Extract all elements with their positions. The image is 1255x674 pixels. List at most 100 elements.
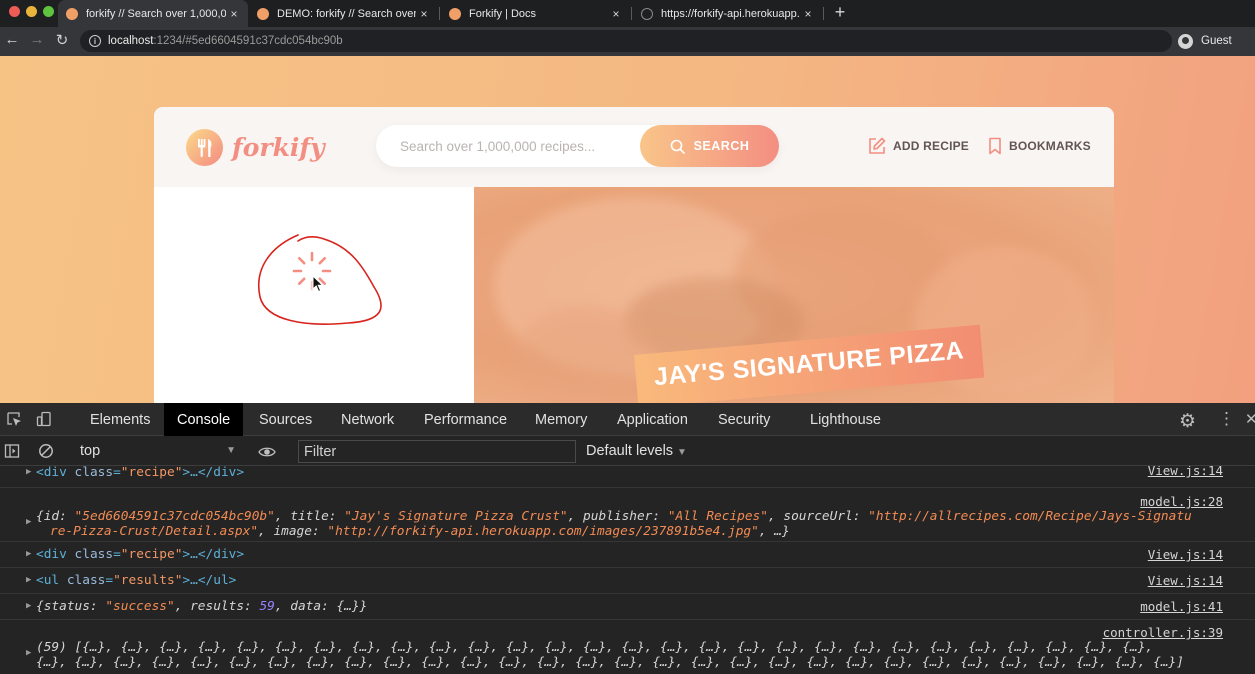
console-message-text: {…}, {…}, {…}, {…}, {…}, {…}, {…}, {…}, …	[36, 655, 1184, 670]
reload-icon[interactable]: ↻	[54, 31, 70, 49]
tab-title: Forkify | Docs	[469, 7, 537, 20]
expand-triangle-icon[interactable]: ▶	[26, 648, 31, 658]
console-message-text: (59) [{…}, {…}, {…}, {…}, {…}, {…}, {…},…	[36, 640, 1154, 655]
add-recipe-button[interactable]: ADD RECIPE	[868, 137, 969, 155]
console-message-text: re-Pizza-Crust/Detail.aspx", image: "htt…	[50, 524, 790, 539]
devtools-tab-elements[interactable]: Elements	[77, 403, 163, 436]
window-close-button[interactable]	[9, 6, 20, 17]
console-message-text: <div class="recipe">…</div>	[36, 547, 245, 562]
log-levels-dropdown[interactable]: Default levels ▼	[586, 440, 687, 463]
forkify-logo[interactable]: forkify	[186, 129, 325, 166]
console-sidebar-icon[interactable]	[4, 443, 20, 459]
page-viewport: forkify SEARCH ADD RECIPE	[0, 56, 1255, 403]
devtools-tab-memory[interactable]: Memory	[522, 403, 600, 436]
device-toolbar-icon[interactable]	[36, 411, 52, 427]
forkify-favicon-icon	[66, 7, 78, 20]
console-filter-input[interactable]	[298, 440, 576, 463]
search-results-pane	[154, 187, 474, 403]
browser-tab-docs[interactable]: Forkify | Docs ×	[441, 0, 630, 27]
browser-tab-api[interactable]: https://forkify-api.herokuapp.c ×	[633, 0, 822, 27]
logo-text: forkify	[232, 133, 325, 162]
console-message[interactable]: controller.js:39 ▶ (59) [{…}, {…}, {…}, …	[0, 620, 1255, 674]
expand-triangle-icon[interactable]: ▶	[26, 467, 31, 477]
live-expression-eye-icon[interactable]	[258, 444, 276, 460]
forkify-app: forkify SEARCH ADD RECIPE	[154, 107, 1114, 403]
search-button[interactable]: SEARCH	[640, 125, 779, 167]
dropdown-caret-icon: ▼	[677, 447, 687, 458]
url-host: localhost	[108, 35, 154, 47]
console-message[interactable]: ▶ <div class="recipe">…</div> View.js:14	[0, 542, 1255, 568]
browser-tab-forkify[interactable]: forkify // Search over 1,000,000 ×	[58, 0, 248, 27]
search-button-label: SEARCH	[693, 139, 750, 153]
console-message[interactable]: model.js:28 ▶ {id: "5ed6604591c37cdc054b…	[0, 488, 1255, 542]
tab-close-icon[interactable]: ×	[226, 7, 242, 21]
devtools-close-icon[interactable]: ✕	[1245, 410, 1255, 428]
bookmark-icon	[989, 137, 1001, 155]
address-bar[interactable]: i localhost:1234/#5ed6604591c37cdc054bc9…	[80, 30, 1172, 52]
browser-tab-bar: forkify // Search over 1,000,000 × DEMO:…	[0, 0, 1255, 27]
devtools-tab-lighthouse[interactable]: Lighthouse	[797, 403, 894, 436]
window-minimize-button[interactable]	[26, 6, 37, 17]
forward-arrow-icon[interactable]: →	[29, 31, 45, 48]
tab-close-icon[interactable]: ×	[608, 7, 624, 21]
tab-title: DEMO: forkify // Search over 1,	[277, 7, 416, 20]
clear-console-icon[interactable]	[38, 443, 54, 459]
devtools-tab-bar: Elements Console Sources Network Perform…	[0, 403, 1255, 436]
mouse-cursor-icon	[312, 275, 324, 293]
search-form: SEARCH	[376, 125, 779, 167]
javascript-context-select[interactable]: top ▼	[70, 440, 240, 462]
profile-label: Guest	[1201, 35, 1232, 47]
bookmarks-button[interactable]: BOOKMARKS	[988, 137, 1091, 155]
devtools-tab-application[interactable]: Application	[604, 403, 701, 436]
site-info-icon[interactable]: i	[89, 35, 101, 47]
console-message-text: <div class="recipe">…</div>	[36, 466, 245, 480]
search-icon	[670, 139, 685, 154]
forkify-favicon-icon	[257, 7, 269, 20]
context-value: top	[80, 443, 101, 459]
console-message[interactable]: ▶ <ul class="results">…</ul> View.js:14	[0, 568, 1255, 594]
source-link[interactable]: View.js:14	[1148, 547, 1223, 562]
expand-triangle-icon[interactable]: ▶	[26, 549, 31, 559]
tab-title: forkify // Search over 1,000,000	[86, 7, 226, 20]
tab-title: https://forkify-api.herokuapp.c	[661, 7, 800, 20]
recipe-image: Jay's Signature Pizza	[474, 187, 1114, 403]
profile-button[interactable]: Guest	[1178, 30, 1232, 52]
console-message-text: {id: "5ed6604591c37cdc054bc90b", title: …	[36, 509, 1192, 524]
devtools-settings-gear-icon[interactable]: ⚙	[1179, 410, 1196, 433]
new-tab-button[interactable]: +	[832, 2, 848, 23]
source-link[interactable]: model.js:41	[1140, 599, 1223, 614]
globe-icon	[641, 7, 653, 20]
tab-separator	[823, 7, 824, 20]
source-link[interactable]: model.js:28	[1140, 494, 1223, 509]
browser-tab-demo[interactable]: DEMO: forkify // Search over 1, ×	[249, 0, 438, 27]
devtools-more-icon[interactable]: ⋮	[1218, 409, 1235, 429]
console-message[interactable]: ▶ <div class="recipe">…</div> View.js:14	[0, 466, 1255, 488]
inspect-element-icon[interactable]	[6, 411, 22, 427]
source-link[interactable]: View.js:14	[1148, 573, 1223, 588]
devtools-tab-security[interactable]: Security	[705, 403, 783, 436]
devtools-tab-performance[interactable]: Performance	[411, 403, 520, 436]
console-message[interactable]: ▶ {status: "success", results: 59, data:…	[0, 594, 1255, 620]
url-path: :1234/#5ed6604591c37cdc054bc90b	[153, 35, 343, 47]
bookmarks-label: BOOKMARKS	[1009, 139, 1091, 153]
devtools-tab-console[interactable]: Console	[164, 403, 244, 436]
tab-close-icon[interactable]: ×	[800, 7, 816, 21]
expand-triangle-icon[interactable]: ▶	[26, 517, 31, 527]
devtools-panel: Elements Console Sources Network Perform…	[0, 403, 1255, 674]
devtools-tab-sources[interactable]: Sources	[246, 403, 325, 436]
expand-triangle-icon[interactable]: ▶	[26, 601, 31, 611]
search-input[interactable]	[400, 125, 630, 167]
expand-triangle-icon[interactable]: ▶	[26, 575, 31, 585]
browser-toolbar: ← → ↻ i localhost:1234/#5ed6604591c37cdc…	[0, 27, 1255, 56]
back-arrow-icon[interactable]: ←	[4, 31, 20, 48]
hand-drawn-circle-annotation	[258, 234, 382, 325]
source-link[interactable]: View.js:14	[1148, 466, 1223, 478]
window-zoom-button[interactable]	[43, 6, 54, 17]
tab-close-icon[interactable]: ×	[416, 7, 432, 21]
source-link[interactable]: controller.js:39	[1103, 625, 1223, 640]
console-output: ▶ <div class="recipe">…</div> View.js:14…	[0, 466, 1255, 674]
devtools-tab-network[interactable]: Network	[328, 403, 407, 436]
tab-separator	[631, 7, 632, 20]
console-message-text: {status: "success", results: 59, data: {…	[36, 599, 368, 614]
tab-separator	[439, 7, 440, 20]
